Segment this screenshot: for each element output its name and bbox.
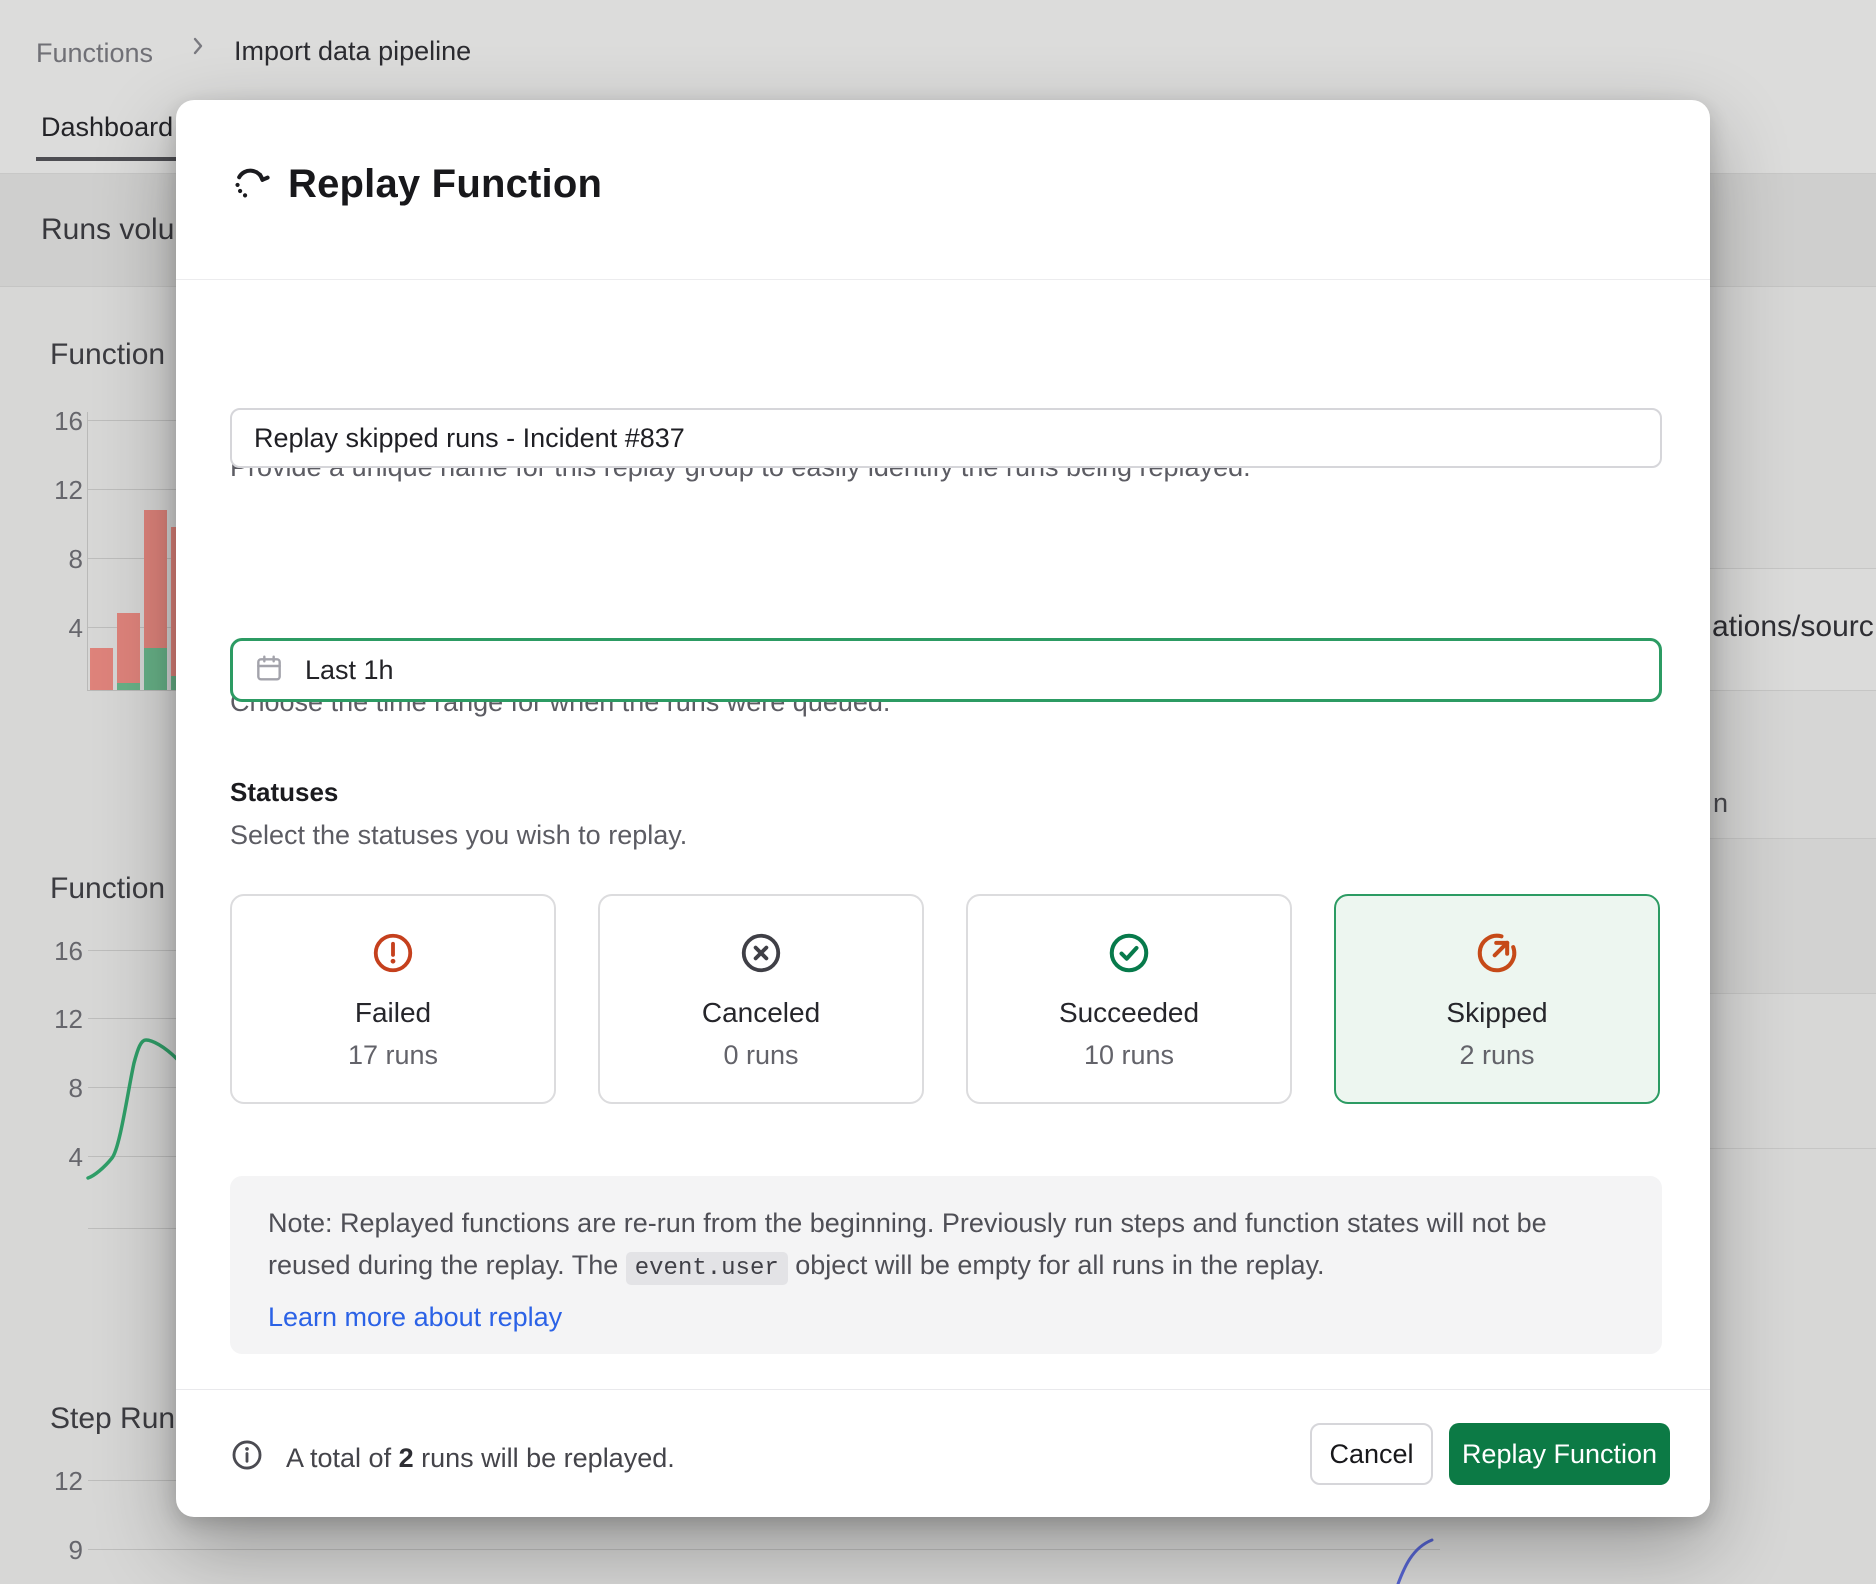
chart1-axis <box>87 412 88 690</box>
dialog-actions: Cancel Replay Function <box>1310 1423 1670 1485</box>
statuses-label: Statuses <box>230 777 338 808</box>
chart1-bar-failed <box>144 510 167 648</box>
alert-circle-icon <box>370 930 416 981</box>
chart3-line <box>1390 1528 1442 1584</box>
status-card-count: 17 runs <box>348 1040 438 1071</box>
chart2-title: Function <box>50 872 165 906</box>
chart2-line <box>86 1030 186 1190</box>
x-circle-icon <box>738 930 784 981</box>
chart1-gridline <box>88 489 176 490</box>
screen: Functions Import data pipeline Dashboard… <box>0 0 1876 1584</box>
chart1-bar-succeeded <box>117 683 140 690</box>
status-card-count: 0 runs <box>723 1040 798 1071</box>
status-card-count: 10 runs <box>1084 1040 1174 1071</box>
tab-dashboard[interactable]: Dashboard <box>41 112 173 143</box>
bg-right-divider <box>1700 838 1876 839</box>
date-range-value: Last 1h <box>305 655 394 686</box>
cancel-button[interactable]: Cancel <box>1310 1423 1433 1485</box>
dialog-header: Replay Function <box>176 100 1710 280</box>
calendar-icon <box>253 652 285 689</box>
footer-divider <box>176 1389 1710 1390</box>
dialog-title: Replay Function <box>288 162 602 207</box>
replay-function-dialog: Replay Function Replay Name Provide a un… <box>176 100 1710 1517</box>
bg-right-divider <box>1700 690 1876 691</box>
chart2-tick-12: 12 <box>39 1004 83 1035</box>
chart3-tick-9: 9 <box>39 1535 83 1566</box>
status-card-label: Canceled <box>702 997 820 1029</box>
chart2-gridline <box>88 950 176 951</box>
status-card-canceled[interactable]: Canceled 0 runs <box>598 894 924 1104</box>
replay-function-button[interactable]: Replay Function <box>1449 1423 1670 1485</box>
bg-right-row <box>1700 838 1876 993</box>
chart2-tick-8: 8 <box>39 1073 83 1104</box>
runs-volume-title: Runs volu <box>41 213 174 247</box>
chart3-tick-12: 12 <box>39 1466 83 1497</box>
status-card-count: 2 runs <box>1459 1040 1534 1071</box>
status-card-failed[interactable]: Failed 17 runs <box>230 894 556 1104</box>
learn-more-link[interactable]: Learn more about replay <box>268 1296 1624 1338</box>
chart2-tick-4: 4 <box>39 1142 83 1173</box>
status-cards: Failed 17 runs Canceled 0 runs Suc <box>230 894 1662 1104</box>
bg-right-divider <box>1700 1148 1876 1149</box>
chevron-right-icon <box>186 34 210 63</box>
statuses-description: Select the statuses you wish to replay. <box>230 820 687 851</box>
replay-icon <box>228 160 272 209</box>
summary-count: 2 <box>399 1443 414 1473</box>
note-text: object will be empty for all runs in the… <box>788 1250 1325 1280</box>
breadcrumb-current-page: Import data pipeline <box>234 36 471 67</box>
status-card-label: Succeeded <box>1059 997 1199 1029</box>
chart3-gridline <box>88 1480 176 1481</box>
chart3-title: Step Run <box>50 1402 175 1436</box>
date-range-field[interactable]: Last 1h <box>230 638 1662 702</box>
chart1-tick-8: 8 <box>39 544 83 575</box>
replay-name-input[interactable] <box>230 408 1662 468</box>
chart1-tick-16: 16 <box>39 406 83 437</box>
info-icon <box>230 1438 264 1479</box>
bg-right-divider <box>1700 993 1876 994</box>
breadcrumb-functions[interactable]: Functions <box>36 38 153 69</box>
bg-right-divider <box>1700 568 1876 569</box>
chart1-tick-12: 12 <box>39 475 83 506</box>
chart1-bar-failed <box>90 648 113 690</box>
chart2-gridline <box>88 1228 176 1229</box>
skip-arrow-circle-icon <box>1474 930 1520 981</box>
status-card-skipped[interactable]: Skipped 2 runs <box>1334 894 1660 1104</box>
chart1-bar-failed <box>117 613 140 683</box>
bg-truncated-text: n <box>1713 788 1728 819</box>
chart2-gridline <box>88 1018 176 1019</box>
status-card-succeeded[interactable]: Succeeded 10 runs <box>966 894 1292 1104</box>
note-code: event.user <box>626 1252 788 1285</box>
replay-note: Note: Replayed functions are re-run from… <box>230 1176 1662 1354</box>
status-card-label: Skipped <box>1446 997 1547 1029</box>
bg-truncated-path-text: ations/sourc <box>1712 610 1876 644</box>
chart1-tick-4: 4 <box>39 613 83 644</box>
chart1-baseline <box>87 690 176 691</box>
chart1-bar-succeeded <box>144 648 167 690</box>
chart1-gridline <box>88 420 176 421</box>
chart2-tick-16: 16 <box>39 936 83 967</box>
summary-text: A total of 2 runs will be replayed. <box>286 1443 675 1474</box>
chart3-gridline <box>88 1549 1440 1550</box>
check-circle-icon <box>1106 930 1152 981</box>
tab-active-underline <box>36 157 181 161</box>
status-card-label: Failed <box>355 997 431 1029</box>
chart1-title: Function <box>50 338 165 372</box>
replay-summary: A total of 2 runs will be replayed. <box>230 1430 675 1486</box>
